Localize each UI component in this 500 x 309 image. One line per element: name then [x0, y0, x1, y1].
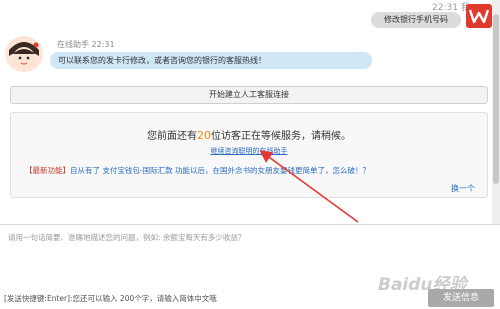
- user-avatar: [466, 4, 492, 28]
- promo-text: 【最新功能】自从有了 支付宝钱包-国际汇款 功能以后，在国外念书的女朋友要钱更简…: [25, 165, 370, 176]
- send-hint: [发送快捷键:Enter]:您还可以输入 200个字，请输入简体中文哦: [4, 294, 217, 303]
- chat-history: 22:31 我 修改银行手机号码 在线助手 22:31 可以联系您的发卡行修改，…: [0, 0, 492, 224]
- continue-assistant-link[interactable]: 继续咨询聪明的在线助手: [11, 146, 487, 156]
- agent-message-bubble: 可以联系您的发卡行修改，或者咨询您的银行的客服热线！: [50, 52, 372, 69]
- input-placeholder: 请用一句话简要、准确地描述您的问题，例如: 余额宝每天有多少收益？: [8, 233, 246, 242]
- baidu-watermark: Baidu经验: [378, 275, 467, 295]
- queue-count: 20: [197, 129, 211, 142]
- message-input[interactable]: 请用一句话简要、准确地描述您的问题，例如: 余额宝每天有多少收益？ [发送快捷键…: [0, 224, 500, 309]
- queue-text-after: 位访客正在等候服务，请稍候。: [211, 131, 351, 142]
- agent-name-time: 在线助手 22:31: [57, 40, 115, 49]
- promo-link[interactable]: 自从有了 支付宝钱包-国际汇款 功能以后，在国外念书的女朋友要钱更简单了，怎么破…: [70, 166, 370, 175]
- queue-status: 您前面还有20位访客正在等候服务，请稍候。: [11, 127, 487, 142]
- agent-avatar: [5, 36, 43, 72]
- queue-card: 您前面还有20位访客正在等候服务，请稍候。 继续咨询聪明的在线助手 【最新功能】…: [10, 112, 488, 198]
- wps-logo-icon: [469, 9, 489, 24]
- assistant-face-icon: [9, 42, 39, 69]
- user-message-bubble: 修改银行手机号码: [371, 12, 461, 28]
- queue-text-before: 您前面还有: [147, 131, 197, 142]
- scrollbar-thumb[interactable]: [493, 14, 499, 184]
- connect-human-agent-button[interactable]: 开始建立人工客服连接: [10, 86, 488, 104]
- promo-tag: 【最新功能】: [25, 166, 70, 175]
- change-promo-link[interactable]: 换一个: [451, 183, 475, 194]
